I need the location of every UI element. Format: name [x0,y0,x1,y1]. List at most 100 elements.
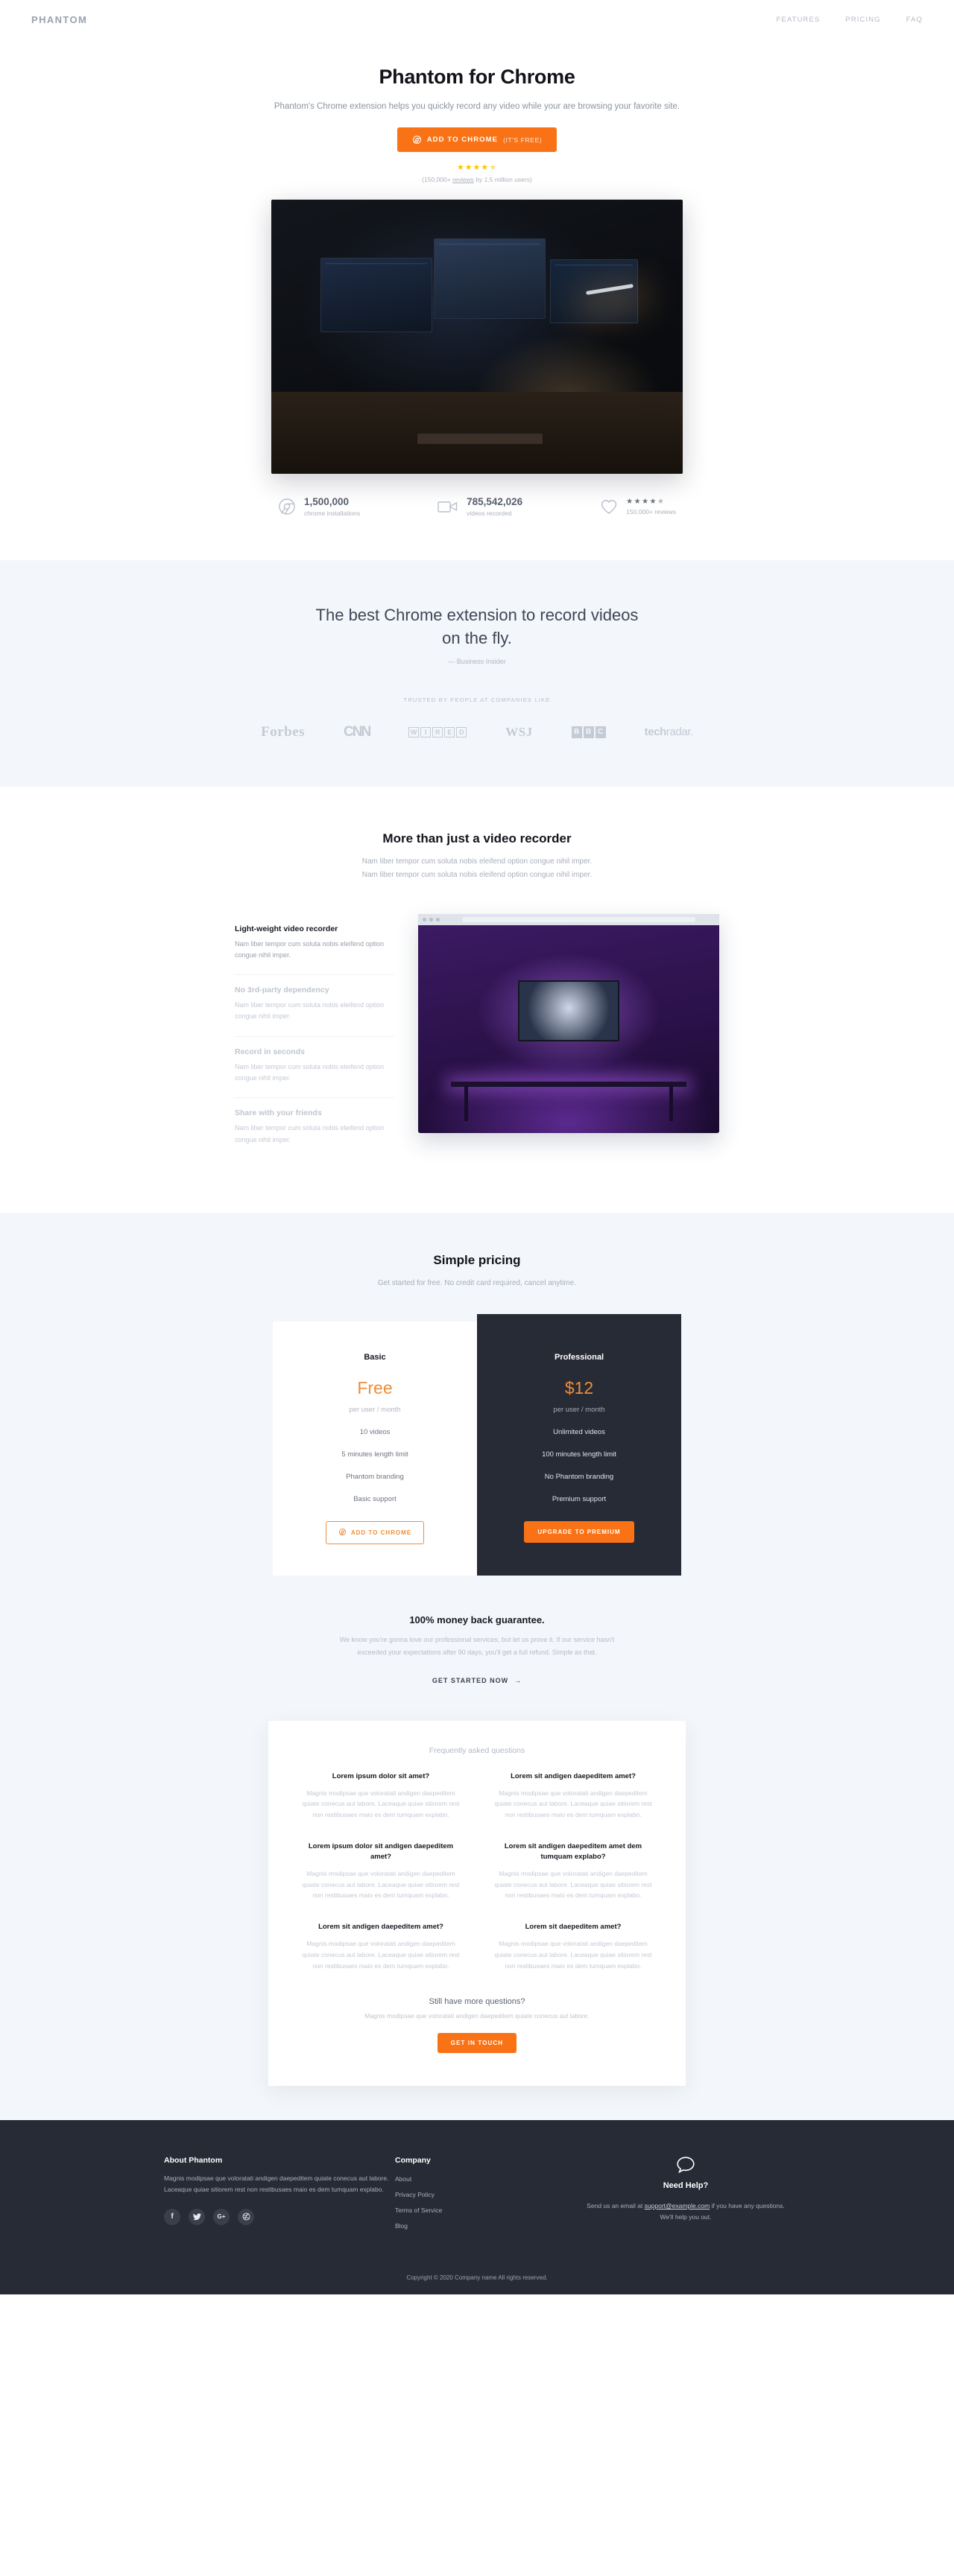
feature-title: No 3rd-party dependency [235,986,329,995]
faq-item: Lorem ipsum dolor sit andigen daepeditem… [298,1841,464,1901]
basic-add-to-chrome-button[interactable]: ADD TO CHROME [325,1521,425,1545]
nav-link-features[interactable]: FEATURES [777,16,821,24]
facebook-icon[interactable]: f [164,2208,180,2225]
add-to-chrome-button[interactable]: ADD TO CHROME (IT'S FREE) [397,127,557,153]
rating-suffix: by 1.5 million users) [473,176,532,184]
footer-link-terms-of-service[interactable]: Terms of Service [395,2207,581,2214]
stat-value: 1,500,000 [303,496,350,508]
browser-chrome-bar [418,913,719,925]
help-text-prefix: Send us an email at [587,2202,645,2210]
footer-link-privacy-policy[interactable]: Privacy Policy [395,2191,581,2198]
feature-image-body [418,924,719,1133]
company-logos: Forbes CNN WIRED WSJ BBC techradar. [0,724,954,740]
arrow-right-icon: → [514,1676,522,1684]
footer-about-column: About Phantom Magnis modipsae que volora… [164,2156,395,2230]
quote-line-1: The best Chrome extension to record vide… [315,606,639,625]
get-in-touch-button[interactable]: GET IN TOUCH [437,2033,517,2054]
faq-question: Lorem sit daepeditem amet? [525,1923,622,1932]
faq-item: Lorem ipsum dolor sit amet? Magnis modip… [298,1771,464,1821]
copyright-text: Copyright © 2020 Company name All rights… [406,2274,548,2282]
landing-page: PHANTOM FEATURES PRICING FAQ Phantom for… [0,0,954,2295]
feature-title: Light-weight video recorder [235,924,338,933]
stat-videos: 785,542,026 videos recorded [437,496,522,517]
stat-label: chrome installations [303,510,361,518]
rating-note: (150,000+ reviews by 1.5 million users) [0,176,954,183]
get-started-now-link[interactable]: GET STARTED NOW → [432,1677,522,1684]
feature-title: Share with your friends [235,1108,322,1118]
brand-logo[interactable]: PHANTOM [31,14,87,25]
chrome-icon [338,1528,347,1538]
keyboard [417,434,543,445]
desk-leg-left [464,1085,468,1121]
feature-list: Light-weight video recorder Nam liber te… [235,914,394,1159]
desk-surface [271,392,683,475]
social-links: f G+ [164,2208,395,2225]
plan-name: Basic [364,1353,386,1362]
logo-wsj: WSJ [505,724,533,739]
features-subtitle: Nam liber tempor cum soluta nobis eleife… [361,857,593,880]
feature-body: Nam liber tempor cum soluta nobis eleife… [235,939,385,959]
top-navigation: PHANTOM FEATURES PRICING FAQ [0,0,954,39]
google-plus-icon[interactable]: G+ [213,2208,230,2225]
monitor-center [434,238,546,320]
hero-section: Phantom for Chrome Phantom's Chrome exte… [0,39,954,475]
feature-item-1[interactable]: Light-weight video recorder Nam liber te… [235,914,394,976]
feature-body: Nam liber tempor cum soluta nobis eleife… [235,1124,385,1143]
plan-period: per user / month [553,1406,605,1415]
faq-answer: Magnis modipsae que voloratati andigen d… [494,1869,652,1900]
footer-link-blog[interactable]: Blog [395,2222,581,2230]
faq-answer: Magnis modipsae que voloratati andigen d… [302,1789,460,1819]
browser-address-bar [462,916,695,922]
support-email-link[interactable]: support@example.com [645,2202,710,2209]
stat-reviews: ★★★★★ 150,000+ reviews [600,496,676,517]
feature-body: Nam liber tempor cum soluta nobis eleife… [235,1001,385,1021]
quote-source: — Business Insider [448,657,506,665]
stat-label: videos recorded [467,510,512,518]
faq-more-block: Still have more questions? Magnis modips… [298,1996,656,2054]
chrome-icon [278,498,296,515]
basic-cta-label: ADD TO CHROME [350,1529,412,1537]
chat-bubble-icon [581,2156,790,2174]
nav-links: FEATURES PRICING FAQ [777,16,923,24]
footer-help-title: Need Help? [663,2181,709,2191]
hero-screenshot [271,200,683,475]
faq-more-title: Still have more questions? [429,1996,525,2006]
logo-cnn: CNN [344,723,371,740]
nav-link-pricing[interactable]: PRICING [845,16,880,24]
pricing-card-professional: Professional $12 per user / month Unlimi… [477,1314,681,1576]
footer-company-title: Company [395,2156,431,2166]
reviews-link[interactable]: reviews [452,176,474,183]
social-proof-band: The best Chrome extension to record vide… [0,560,954,787]
faq-question: Lorem sit andigen daepeditem amet? [511,1771,636,1780]
feature-item-4[interactable]: Share with your friends Nam liber tempor… [235,1098,394,1159]
faq-grid: Lorem ipsum dolor sit amet? Magnis modip… [298,1771,656,1972]
site-footer: About Phantom Magnis modipsae que volora… [0,2120,954,2295]
stat-installations: 1,500,000 chrome installations [278,496,360,517]
pricing-card-basic: Basic Free per user / month 10 videos 5 … [273,1322,477,1576]
nav-link-faq[interactable]: FAQ [906,16,923,24]
plan-feature: 5 minutes length limit [341,1450,408,1459]
upgrade-to-premium-button[interactable]: UPGRADE TO PREMIUM [524,1521,634,1544]
faq-question: Lorem ipsum dolor sit andigen daepeditem… [308,1842,454,1861]
quote-text: The best Chrome extension to record vide… [0,603,954,650]
plan-name: Professional [554,1353,604,1362]
feature-item-3[interactable]: Record in seconds Nam liber tempor cum s… [235,1037,394,1099]
twitter-icon[interactable] [189,2208,205,2225]
faq-section: Frequently asked questions Lorem ipsum d… [0,1720,954,2120]
feature-item-2[interactable]: No 3rd-party dependency Nam liber tempor… [235,975,394,1037]
faq-answer: Magnis modipsae que voloratati andigen d… [302,1869,460,1900]
feature-body: Nam liber tempor cum soluta nobis eleife… [235,1062,385,1082]
dribbble-icon[interactable] [238,2208,254,2225]
logo-wired: WIRED [408,726,467,737]
footer-link-about[interactable]: About [395,2175,581,2183]
chrome-icon [412,135,422,145]
faq-item: Lorem sit daepeditem amet? Magnis modips… [490,1922,656,1971]
plan-feature: 10 videos [359,1428,391,1437]
plan-feature: Phantom branding [346,1473,404,1482]
features-title: More than just a video recorder [382,831,572,846]
trusted-by-label: TRUSTED BY PEOPLE AT COMPANIES LIKE [403,696,551,703]
heart-icon [600,498,618,515]
footer-company-column: Company About Privacy Policy Terms of Se… [395,2156,581,2230]
pricing-cards: Basic Free per user / month 10 videos 5 … [0,1314,954,1576]
plan-feature: Unlimited videos [553,1428,605,1437]
